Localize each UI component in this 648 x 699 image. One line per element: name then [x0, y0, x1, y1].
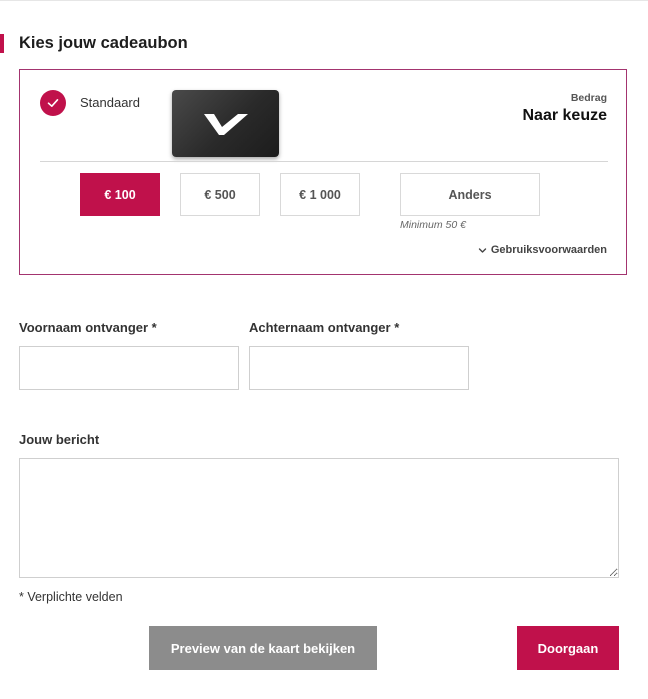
message-label: Jouw bericht [19, 432, 100, 447]
minimum-note: Minimum 50 € [400, 219, 466, 231]
last-name-input[interactable] [249, 346, 469, 390]
last-name-label: Achternaam ontvanger * [249, 320, 400, 335]
message-textarea[interactable] [19, 458, 619, 578]
selected-check-icon[interactable] [40, 90, 66, 116]
amount-label: Bedrag [570, 92, 607, 104]
chevron-down-icon [478, 247, 487, 253]
giftcard-image [172, 90, 279, 157]
required-fields-note: * Verplichte velden [19, 590, 123, 604]
section-header: Kies jouw cadeaubon [0, 32, 188, 54]
first-name-label: Voornaam ontvanger * [19, 320, 157, 335]
giftcard-option-card[interactable]: Standaard Bedrag Naar keuze € 100 € 500 … [19, 69, 627, 275]
amount-option-100[interactable]: € 100 [80, 173, 160, 216]
first-name-input[interactable] [19, 346, 239, 390]
top-divider [0, 0, 648, 1]
amount-value: Naar keuze [522, 107, 608, 124]
amount-option-other[interactable]: Anders [400, 173, 540, 216]
continue-button[interactable]: Doorgaan [517, 626, 619, 670]
amount-option-1000[interactable]: € 1 000 [280, 173, 360, 216]
card-divider [40, 161, 608, 162]
amount-option-500[interactable]: € 500 [180, 173, 260, 216]
brand-logo-icon [203, 113, 248, 135]
section-title: Kies jouw cadeaubon [19, 33, 188, 52]
variant-label: Standaard [80, 95, 140, 110]
terms-label: Gebruiksvoorwaarden [490, 244, 607, 256]
terms-toggle[interactable]: Gebruiksvoorwaarden [478, 244, 607, 256]
preview-card-button[interactable]: Preview van de kaart bekijken [149, 626, 377, 670]
accent-bar [0, 33, 4, 53]
